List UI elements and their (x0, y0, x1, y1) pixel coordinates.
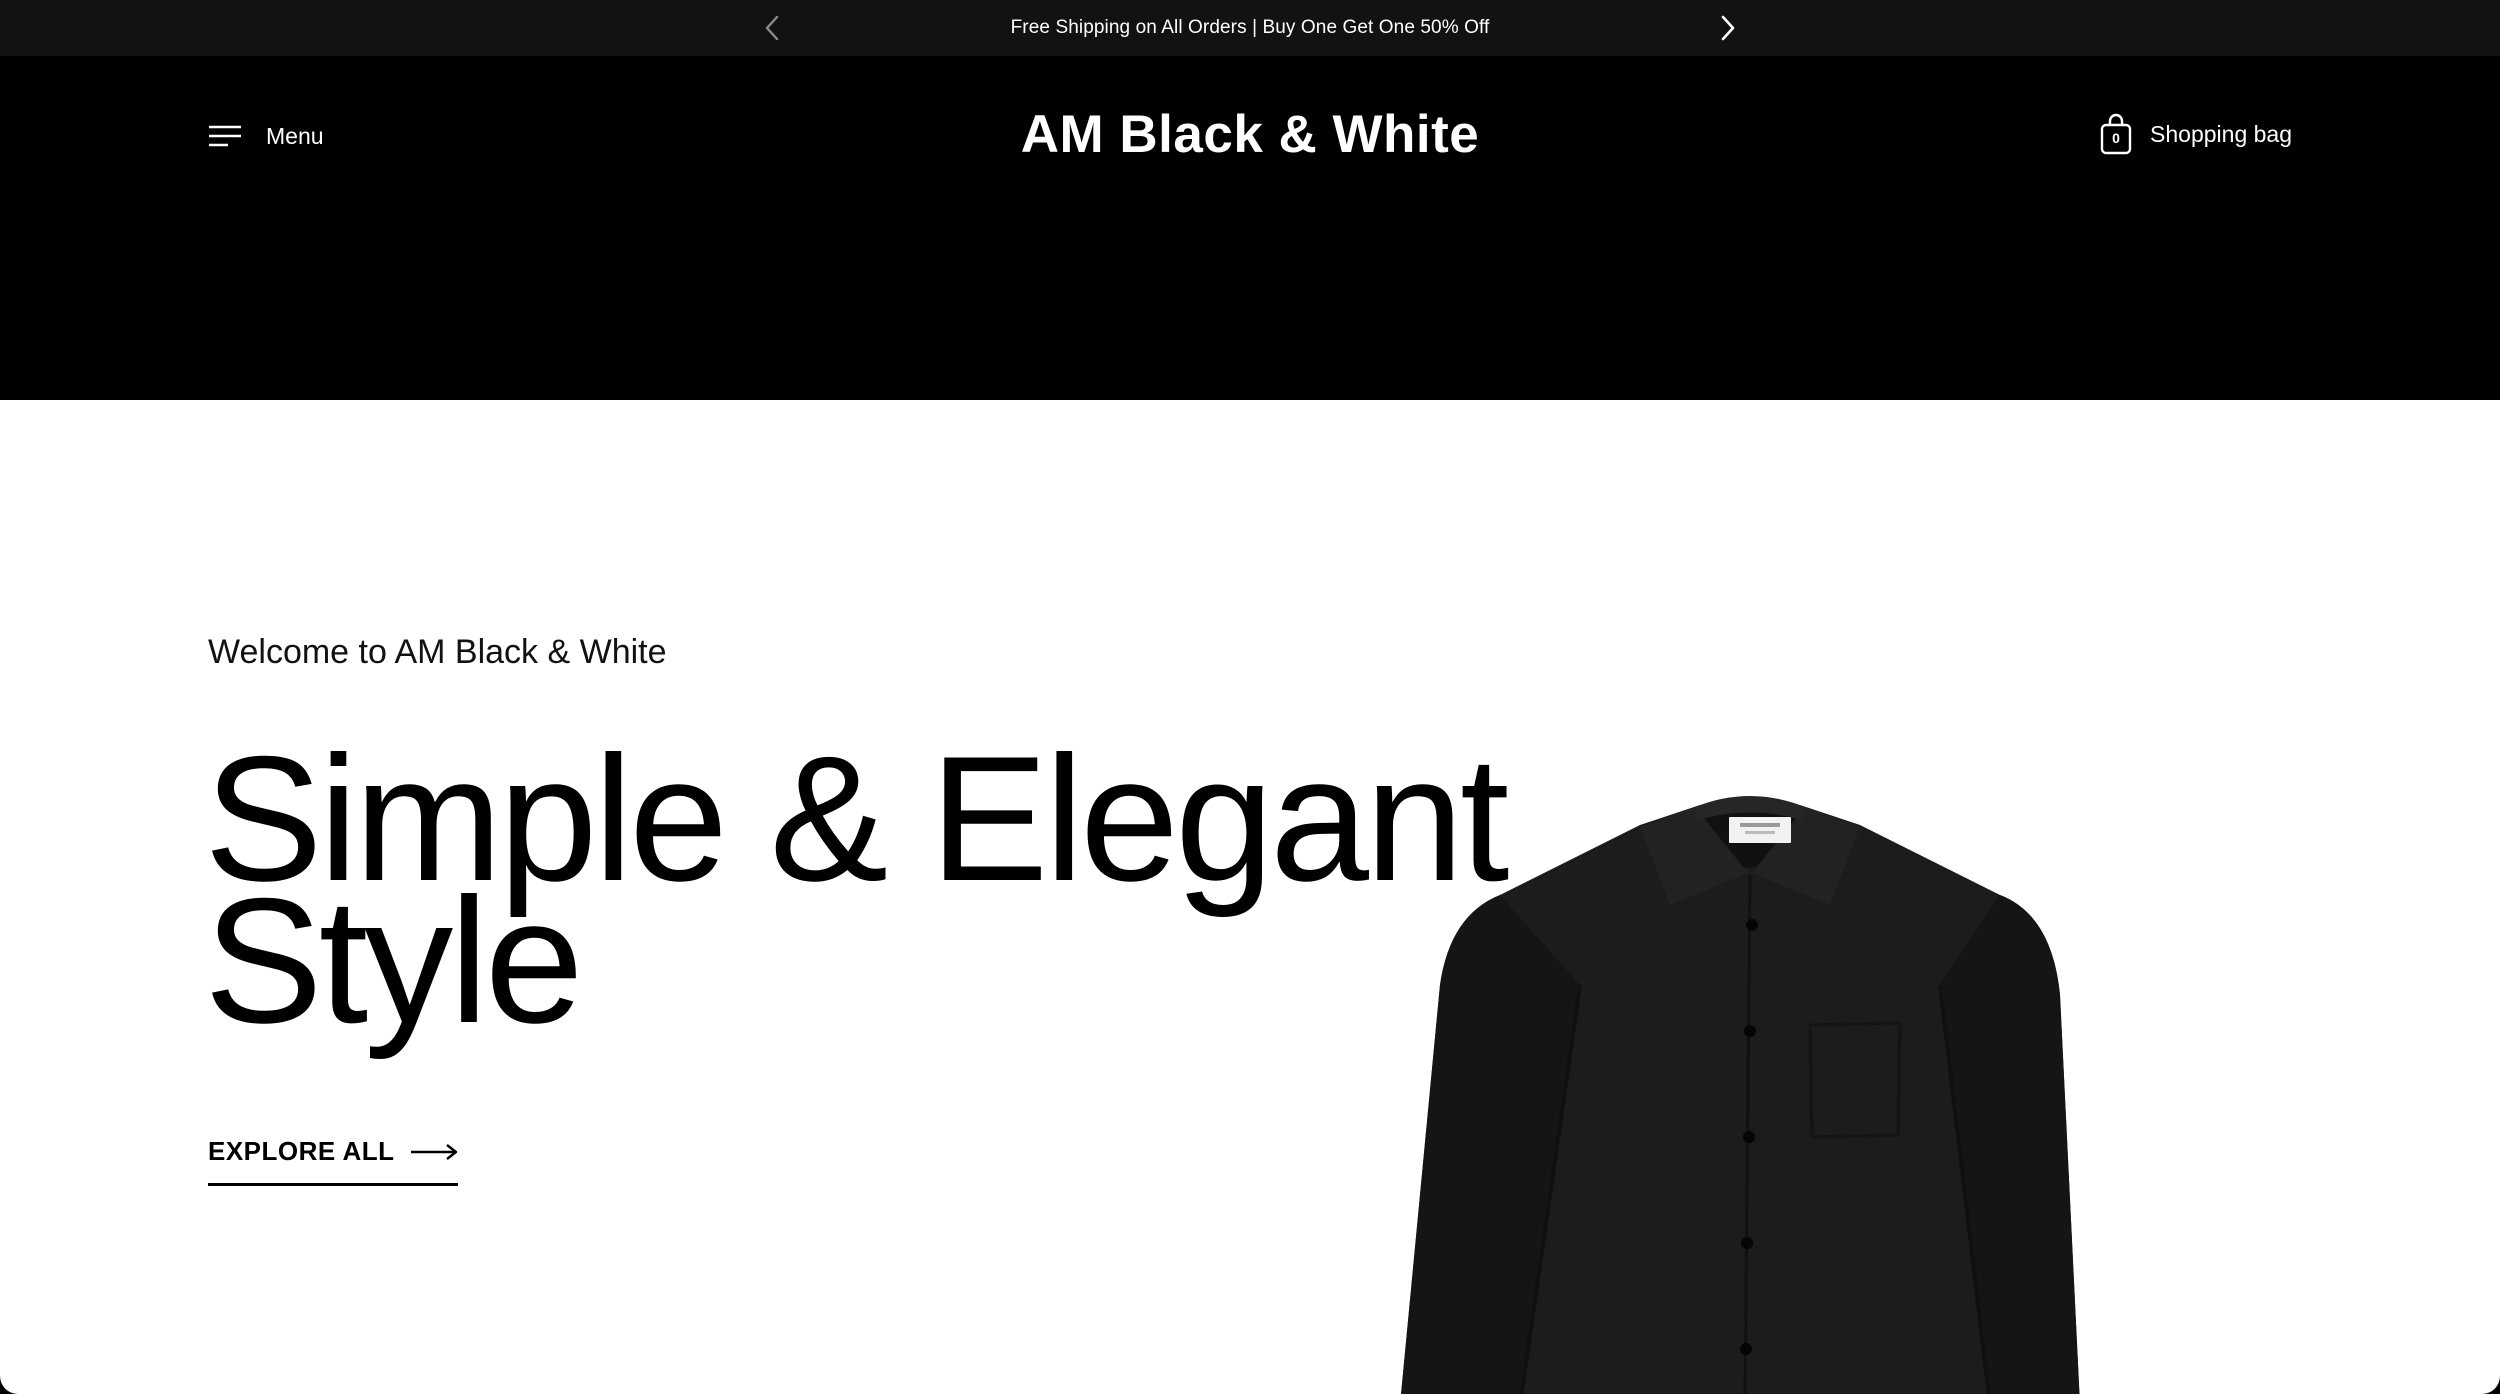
announcement-text[interactable]: Free Shipping on All Orders | Buy One Ge… (0, 0, 2500, 56)
chevron-right-icon (1721, 15, 1735, 41)
announcement-next-button[interactable] (1712, 12, 1744, 44)
storefront-page: Free Shipping on All Orders | Buy One Ge… (0, 0, 2500, 1394)
cart-count-badge: 0 (2112, 130, 2120, 146)
explore-all-label: EXPLORE ALL (208, 1136, 395, 1166)
shopping-bag-button[interactable]: 0 Shopping bag (2100, 112, 2292, 156)
arrow-right-icon (411, 1144, 458, 1160)
hero-welcome-text: Welcome to AM Black & White (208, 633, 667, 671)
shopping-bag-label: Shopping bag (2150, 120, 2292, 147)
hero-section: Welcome to AM Black & White Simple & Ele… (0, 400, 2500, 1394)
explore-all-link[interactable]: EXPLORE ALL (208, 1134, 458, 1186)
announcement-bar: Free Shipping on All Orders | Buy One Ge… (0, 0, 2500, 56)
site-header: Menu AM Black & White 0 Shopping bag (0, 56, 2500, 400)
shopping-bag-icon: 0 (2100, 113, 2132, 155)
hero-shirt-image (1401, 796, 2080, 1394)
